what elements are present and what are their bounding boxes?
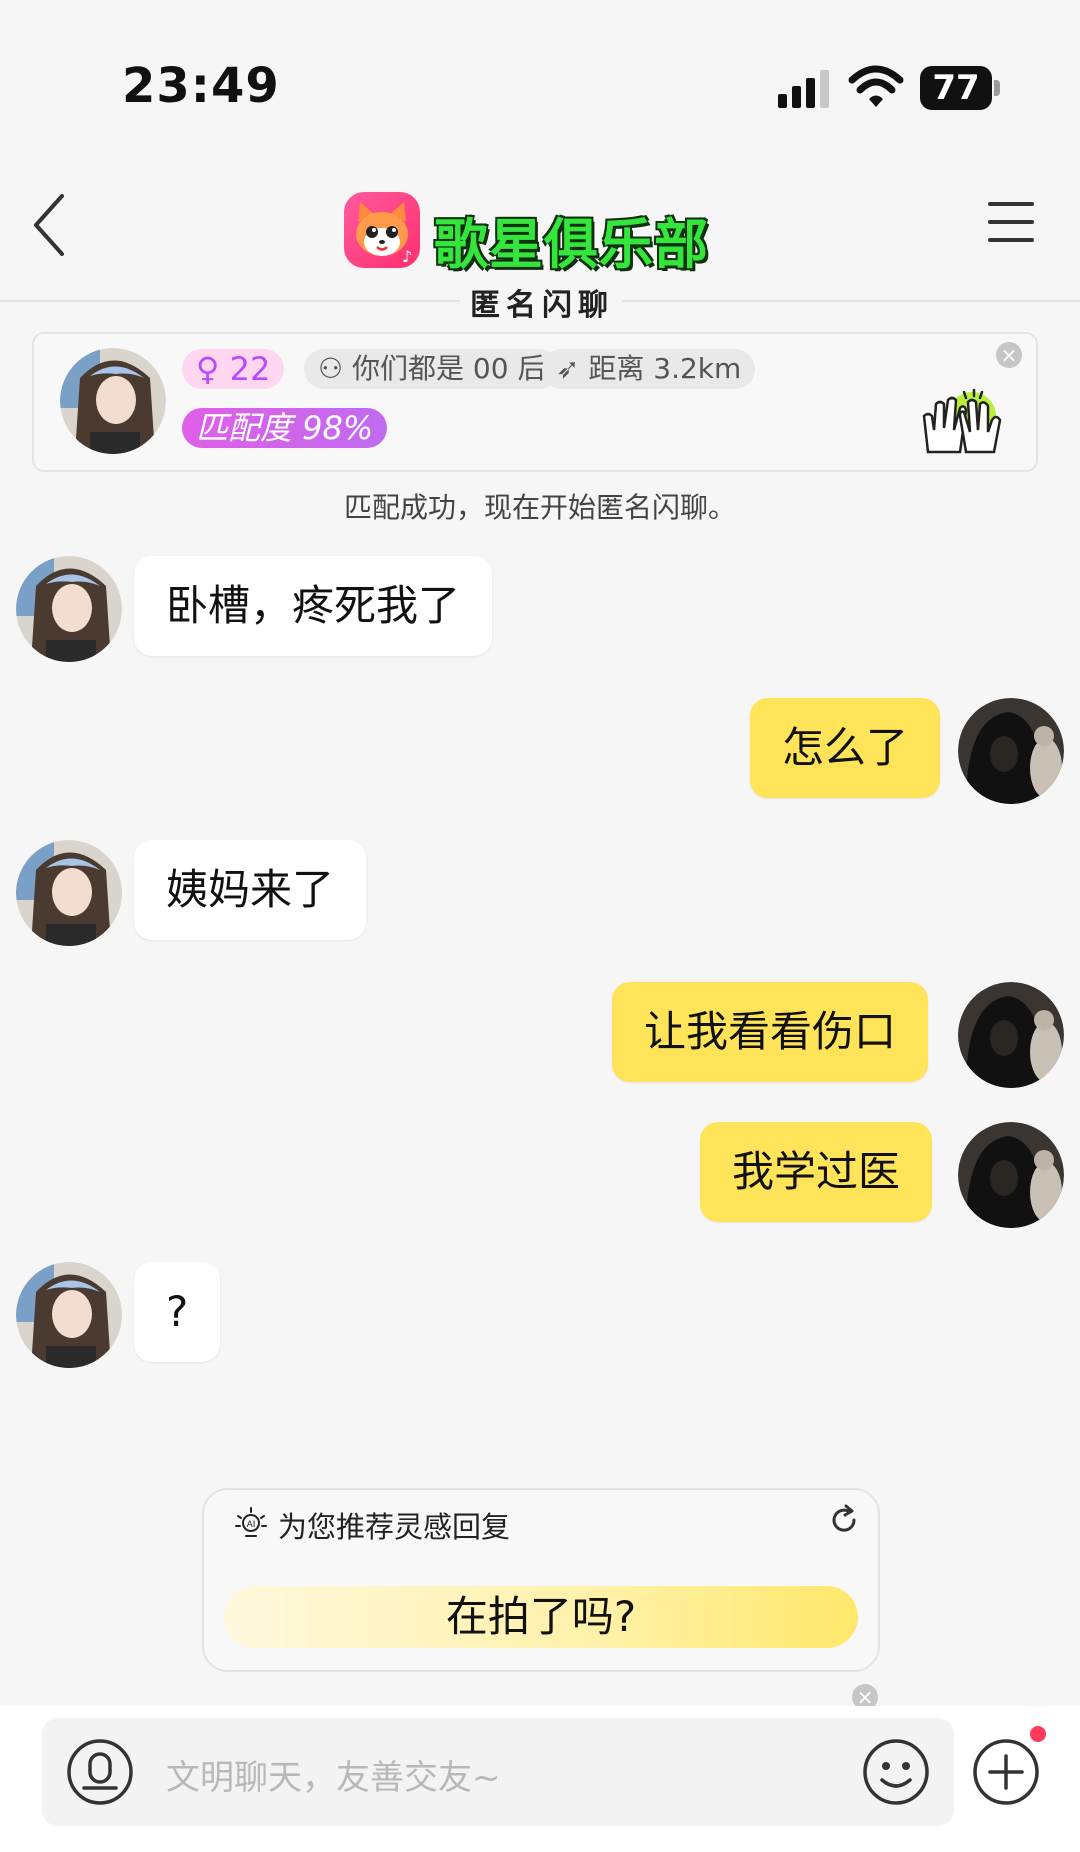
message-bubble-incoming[interactable]: ?: [134, 1262, 221, 1362]
message-bubble-outgoing[interactable]: 我学过医: [700, 1122, 933, 1222]
message-bubble-incoming[interactable]: 卧槽，疼死我了: [134, 556, 493, 656]
refresh-icon[interactable]: [828, 1504, 860, 1536]
notification-dot: [1030, 1726, 1046, 1742]
status-time: 23:49: [122, 58, 280, 114]
emoji-icon[interactable]: [862, 1738, 930, 1806]
battery-icon: 77: [920, 66, 1000, 110]
app-title: 歌星俱乐部: [434, 213, 709, 276]
menu-icon[interactable]: [988, 202, 1034, 246]
ai-bulb-icon: AI: [235, 1507, 267, 1537]
back-chevron-icon[interactable]: [26, 190, 76, 260]
my-avatar[interactable]: [958, 982, 1064, 1088]
distance-text: 距离 3.2km: [588, 352, 742, 385]
signal-icon: [778, 70, 829, 108]
match-rate-badge: 匹配度 98%: [182, 408, 388, 448]
suggested-reply-button[interactable]: 在拍了吗?: [224, 1586, 858, 1648]
my-avatar[interactable]: [958, 698, 1064, 804]
wifi-icon: [848, 65, 904, 107]
age-value: 22: [229, 350, 271, 388]
plus-icon[interactable]: [972, 1738, 1040, 1806]
message-bubble-incoming[interactable]: 姨妈来了: [134, 840, 367, 940]
partner-avatar[interactable]: [16, 1262, 122, 1368]
system-message: 匹配成功，现在开始匿名闪聊。: [343, 491, 736, 524]
page-subtitle: 匿名闪聊: [470, 288, 614, 323]
voice-icon[interactable]: [66, 1738, 134, 1806]
divider: [0, 300, 460, 302]
divider: [622, 300, 1080, 302]
input-placeholder[interactable]: 文明聊天，友善交友~: [166, 1750, 501, 1799]
high-five-icon: [922, 388, 1002, 454]
partner-avatar[interactable]: [16, 556, 122, 662]
close-icon[interactable]: ×: [996, 342, 1022, 368]
generation-text: 你们都是 00 后: [352, 352, 546, 385]
runner-icon: ➶: [556, 352, 580, 385]
suggestion-title: 为您推荐灵感回复: [278, 1510, 511, 1544]
message-bubble-outgoing[interactable]: 怎么了: [750, 698, 941, 798]
partner-avatar[interactable]: [60, 348, 166, 454]
svg-text:♪: ♪: [402, 247, 412, 266]
my-avatar[interactable]: [958, 1122, 1064, 1228]
battery-percent: 77: [932, 68, 980, 108]
female-icon: ♀: [196, 350, 220, 388]
generation-badge: ⚇ 你们都是 00 后: [304, 349, 560, 389]
distance-badge: ➶ 距离 3.2km: [542, 349, 756, 389]
svg-text:AI: AI: [247, 1520, 256, 1530]
partner-avatar[interactable]: [16, 840, 122, 946]
people-icon: ⚇: [318, 352, 344, 385]
message-bubble-outgoing[interactable]: 让我看看伤口: [612, 982, 929, 1082]
app-logo-icon: ♪: [344, 192, 420, 268]
age-badge: ♀ 22: [182, 349, 285, 389]
